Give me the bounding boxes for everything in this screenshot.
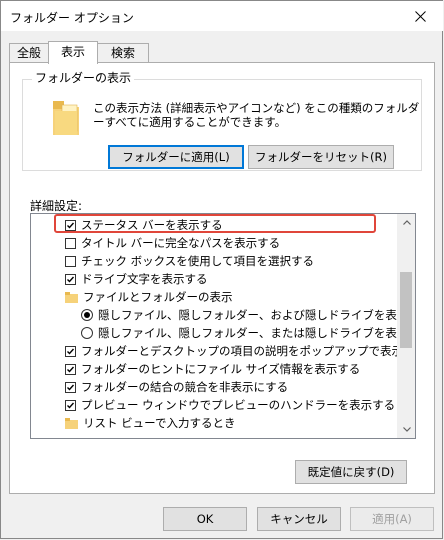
- list-item[interactable]: プレビュー ウィンドウでプレビューのハンドラーを表示する: [65, 396, 395, 414]
- radio-selected-dot: [84, 312, 90, 318]
- ok-button[interactable]: OK: [163, 507, 247, 531]
- chevron-down-icon: [402, 427, 411, 432]
- checkbox[interactable]: [65, 255, 76, 267]
- radio-button[interactable]: [81, 327, 93, 339]
- list-item-label: リスト ビューで入力するとき: [83, 416, 236, 430]
- list-item-label: ドライブ文字を表示する: [81, 272, 208, 286]
- list-item[interactable]: ドライブ文字を表示する: [65, 270, 208, 288]
- reset-folders-label: フォルダーをリセット(R): [255, 150, 387, 164]
- ok-label: OK: [196, 512, 214, 526]
- checkbox[interactable]: [65, 363, 76, 375]
- folder-icon: [53, 101, 79, 135]
- checkmark-icon: [67, 276, 75, 283]
- window-title: フォルダー オプション: [10, 11, 134, 25]
- list-item-label: フォルダーの結合の競合を非表示にする: [81, 380, 289, 394]
- folder-icon: [65, 417, 78, 429]
- close-icon: [414, 10, 426, 22]
- close-button[interactable]: [397, 1, 443, 31]
- highlight-annotation: [54, 214, 376, 233]
- checkmark-icon: [67, 348, 75, 355]
- checkbox[interactable]: [65, 237, 76, 249]
- folder-options-window: フォルダー オプション 全般 表示 検索 フォルダーの表示 この表示方法 (詳細…: [0, 0, 443, 539]
- chevron-up-icon: [402, 220, 411, 225]
- checkmark-icon: [67, 384, 75, 391]
- cancel-button[interactable]: キャンセル: [257, 507, 341, 531]
- tab-view[interactable]: 表示: [48, 41, 98, 64]
- scroll-thumb[interactable]: [400, 272, 412, 348]
- apply-label: 適用(A): [372, 512, 412, 526]
- folder-view-group-label: フォルダーの表示: [32, 69, 135, 86]
- list-item-label: ファイルとフォルダーの表示: [83, 290, 233, 304]
- list-item-label: フォルダーとデスクトップの項目の説明をポップアップで表示する: [81, 344, 416, 358]
- list-scrollbar[interactable]: [397, 214, 415, 438]
- checkmark-icon: [67, 402, 75, 409]
- list-item[interactable]: 隠しファイル、隠しフォルダー、または隠しドライブを表示しない: [81, 324, 416, 342]
- apply-to-folders-button[interactable]: フォルダーに適用(L): [108, 145, 244, 169]
- list-item[interactable]: フォルダーとデスクトップの項目の説明をポップアップで表示する: [65, 342, 416, 360]
- list-item[interactable]: チェック ボックスを使用して項目を選択する: [65, 252, 314, 270]
- list-group-header: ファイルとフォルダーの表示: [65, 288, 233, 306]
- scroll-down-button[interactable]: [398, 421, 415, 438]
- title-bar: フォルダー オプション: [1, 1, 443, 31]
- checkmark-icon: [67, 366, 75, 373]
- list-item[interactable]: フォルダーの結合の競合を非表示にする: [65, 378, 288, 396]
- restore-defaults-label: 既定値に戻す(D): [307, 465, 395, 479]
- tab-general[interactable]: 全般: [9, 43, 49, 62]
- scroll-up-button[interactable]: [398, 214, 415, 231]
- list-item-label: タイトル バーに完全なパスを表示する: [81, 236, 281, 250]
- checkbox[interactable]: [65, 399, 76, 411]
- apply-to-folders-label: フォルダーに適用(L): [122, 150, 230, 164]
- tab-search[interactable]: 検索: [97, 43, 149, 62]
- checkbox[interactable]: [65, 381, 76, 393]
- view-tab-panel: フォルダーの表示 この表示方法 (詳細表示やアイコンなど) をこの種類のフォルダ…: [9, 62, 435, 494]
- list-item-label: 隠しファイル、隠しフォルダー、または隠しドライブを表示しない: [98, 326, 416, 340]
- list-item-label: フォルダーのヒントにファイル サイズ情報を表示する: [81, 362, 361, 376]
- reset-folders-button[interactable]: フォルダーをリセット(R): [248, 145, 394, 169]
- list-item[interactable]: 隠しファイル、隠しフォルダー、および隠しドライブを表示する: [81, 306, 416, 324]
- list-item-label: 隠しファイル、隠しフォルダー、および隠しドライブを表示する: [98, 308, 416, 322]
- radio-button[interactable]: [81, 309, 93, 321]
- list-item[interactable]: タイトル バーに完全なパスを表示する: [65, 234, 280, 252]
- apply-button[interactable]: 適用(A): [350, 507, 434, 531]
- advanced-settings-list[interactable]: ステータス バーを表示する タイトル バーに完全なパスを表示する チェック ボッ…: [30, 213, 416, 439]
- list-item[interactable]: フォルダーのヒントにファイル サイズ情報を表示する: [65, 360, 360, 378]
- folder-icon: [65, 291, 78, 303]
- list-group-header: リスト ビューで入力するとき: [65, 414, 235, 432]
- list-item-label: プレビュー ウィンドウでプレビューのハンドラーを表示する: [81, 398, 396, 412]
- checkbox[interactable]: [65, 345, 76, 357]
- folder-view-description: この表示方法 (詳細表示やアイコンなど) をこの種類のフォルダーすべてに適用する…: [93, 101, 420, 129]
- cancel-label: キャンセル: [270, 512, 328, 526]
- list-item-label: チェック ボックスを使用して項目を選択する: [81, 254, 314, 268]
- checkbox[interactable]: [65, 273, 76, 285]
- restore-defaults-button[interactable]: 既定値に戻す(D): [295, 460, 407, 484]
- advanced-settings-label: 詳細設定:: [30, 199, 83, 213]
